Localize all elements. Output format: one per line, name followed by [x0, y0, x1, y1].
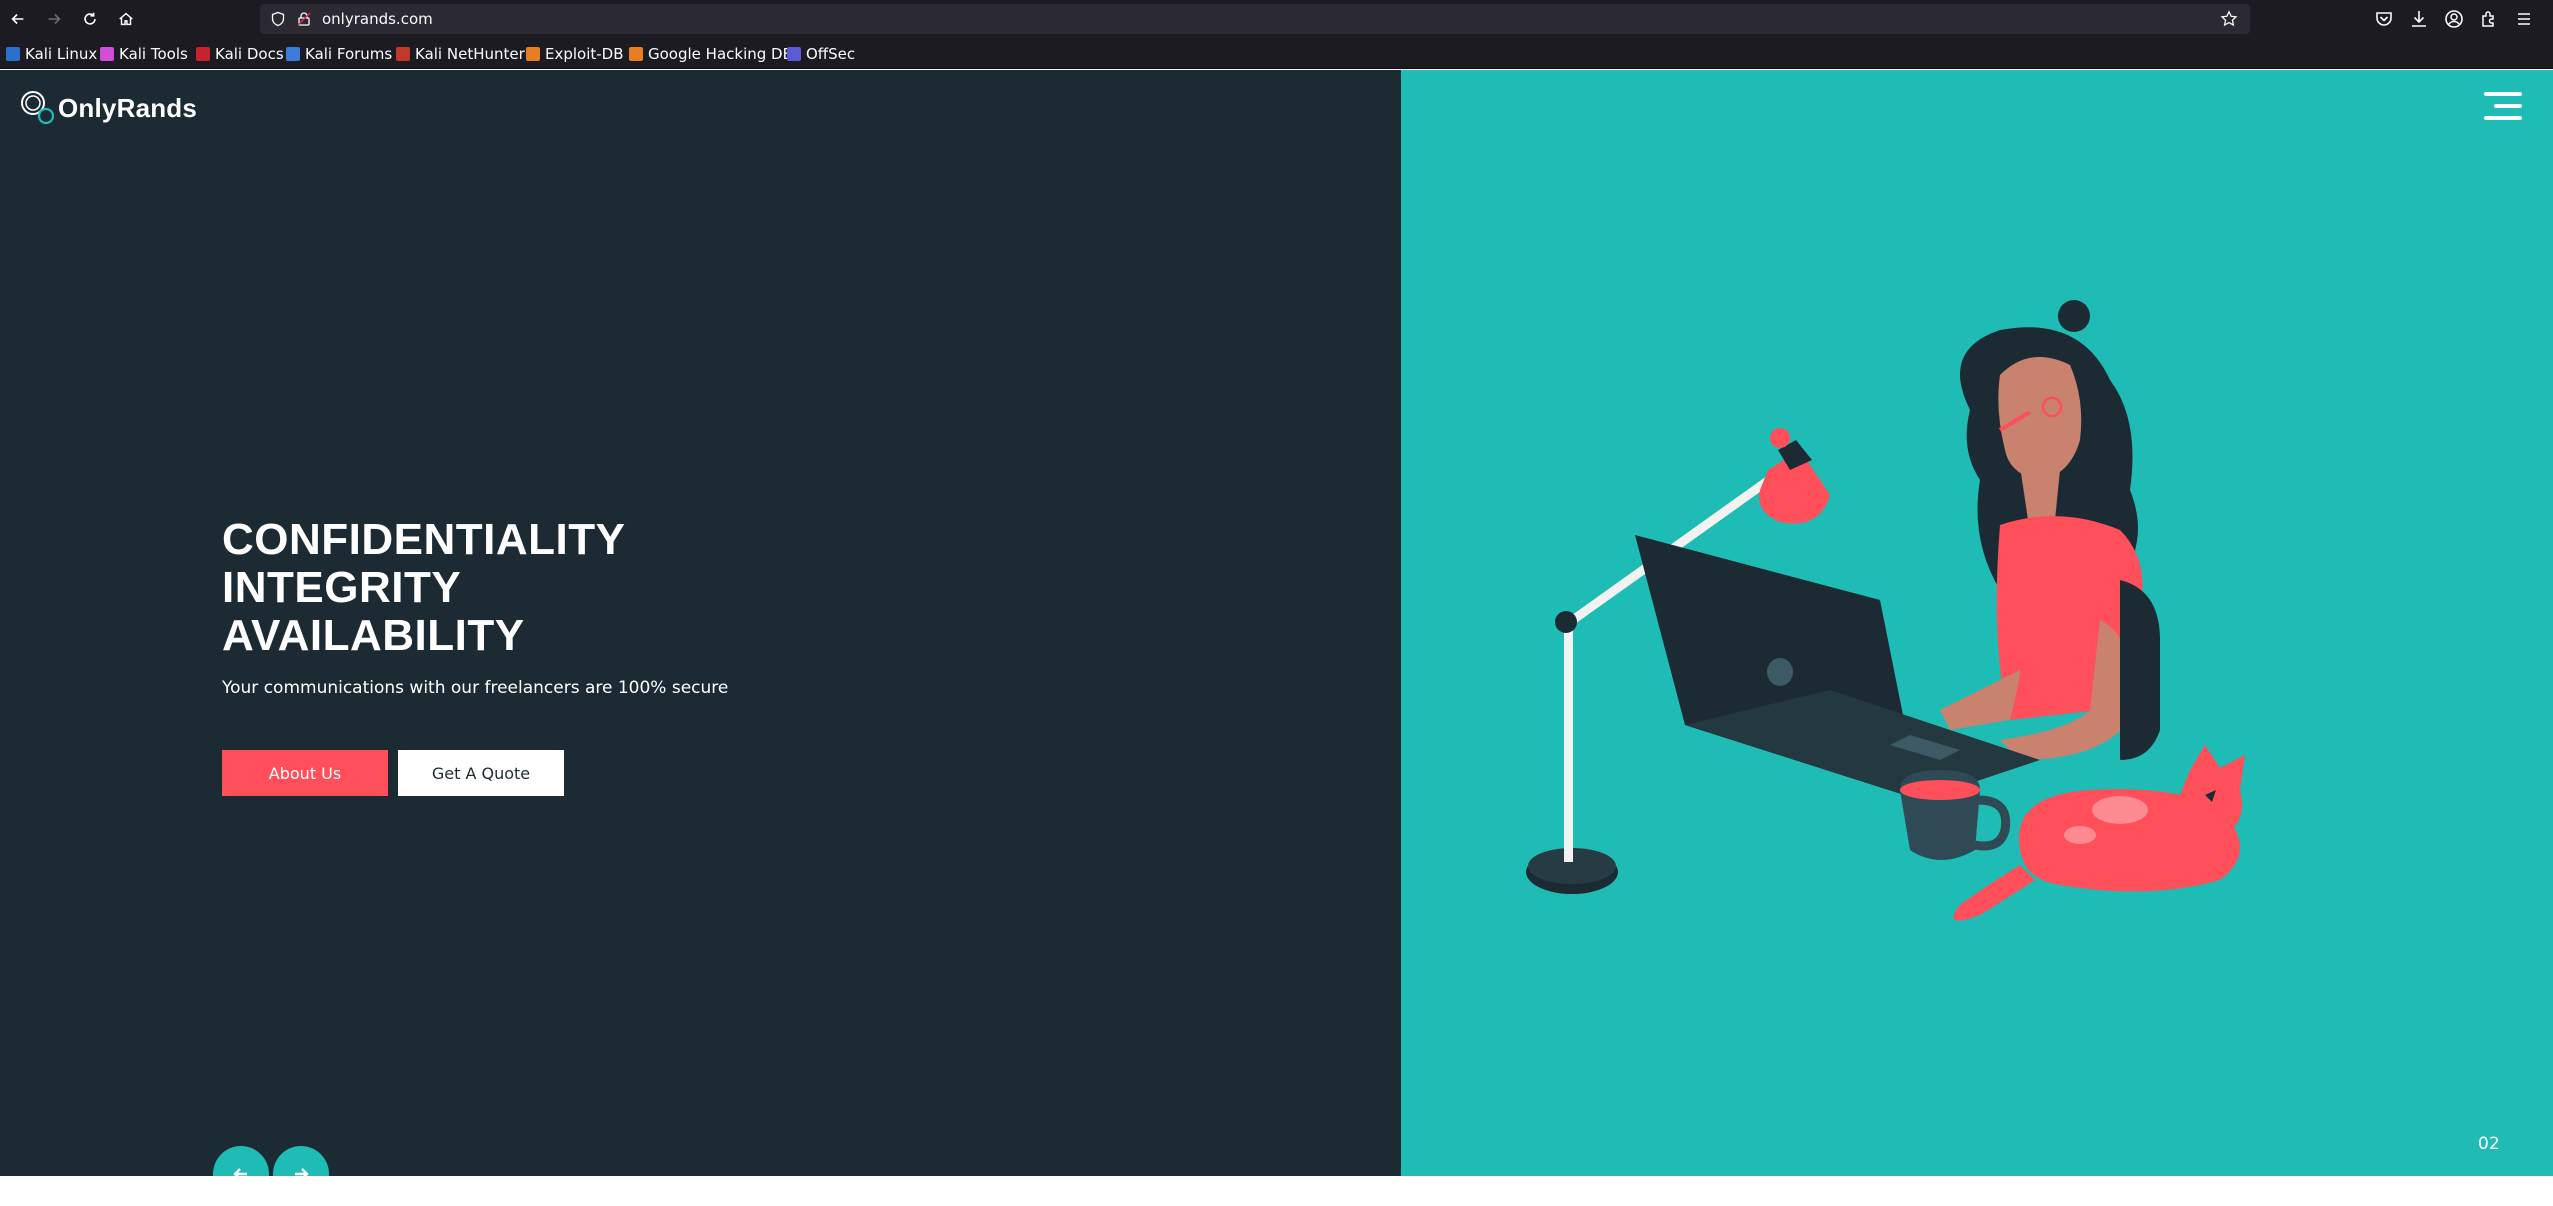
bookmark-label: OffSec: [806, 45, 856, 63]
bookmark-kali-tools[interactable]: Kali Tools: [100, 44, 188, 64]
woman-illustration: [1940, 300, 2160, 760]
bookmark-kali-linux[interactable]: Kali Linux: [6, 44, 97, 64]
nethunter-icon: [396, 47, 410, 61]
coffee-mug-illustration: [1900, 770, 2011, 860]
bookmark-exploit-db[interactable]: Exploit-DB: [526, 44, 624, 64]
hero-heading-line-2: INTEGRITY: [222, 563, 462, 612]
hero-heading-line-3: AVAILABILITY: [222, 611, 525, 660]
insecure-lock-icon[interactable]: [296, 11, 312, 27]
reload-icon[interactable]: [77, 6, 103, 32]
forward-icon[interactable]: [41, 6, 67, 32]
hero-subtitle: Your communications with our freelancers…: [222, 678, 729, 698]
bookmark-kali-nethunter[interactable]: Kali NetHunter: [396, 44, 525, 64]
brand-name: OnlyRands: [58, 92, 198, 123]
extensions-icon[interactable]: [2478, 8, 2500, 30]
kali-tools-icon: [100, 47, 114, 61]
bookmark-offsec[interactable]: OffSec: [787, 44, 855, 64]
freelancer-illustration: [1526, 300, 2245, 921]
hero-text: CONFIDENTIALITY INTEGRITY AVAILABILITY Y…: [222, 515, 729, 699]
url-bar[interactable]: onlyrands.com: [260, 4, 2250, 34]
exploit-db-icon: [526, 47, 540, 61]
pocket-icon[interactable]: [2373, 8, 2395, 30]
hamburger-menu-icon[interactable]: [2484, 90, 2522, 122]
home-icon[interactable]: [113, 6, 139, 32]
back-icon[interactable]: [5, 6, 31, 32]
bookmark-google-hacking-db[interactable]: Google Hacking DB: [629, 44, 793, 64]
site-logo[interactable]: OnlyRands: [18, 88, 197, 128]
account-icon[interactable]: [2443, 8, 2465, 30]
about-us-button[interactable]: About Us: [222, 750, 388, 796]
slide-number: 02: [2478, 1134, 2500, 1154]
bookmark-label: Google Hacking DB: [648, 45, 793, 63]
tracking-shield-icon[interactable]: [270, 11, 286, 27]
bookmark-kali-docs[interactable]: Kali Docs: [196, 44, 284, 64]
url-text[interactable]: onlyrands.com: [322, 10, 433, 28]
bookmark-label: Kali Tools: [119, 45, 188, 63]
page-below-fold: [0, 1176, 2553, 1206]
bookmark-label: Kali Linux: [25, 45, 98, 63]
downloads-icon[interactable]: [2408, 8, 2430, 30]
laptop-illustration: [1635, 535, 2040, 800]
browser-toolbar: onlyrands.com: [0, 0, 2553, 38]
logo-circles-icon: [21, 91, 55, 125]
get-a-quote-button[interactable]: Get A Quote: [398, 750, 564, 796]
bookmarks-toolbar: Kali Linux Kali Tools Kali Docs Kali For…: [0, 38, 2553, 69]
ghdb-icon: [629, 47, 643, 61]
kali-dragon-icon: [6, 47, 20, 61]
hero-left-panel: OnlyRands CONFIDENTIALITY INTEGRITY AVAI…: [0, 70, 1401, 1176]
bookmark-label: Kali Docs: [215, 45, 284, 63]
hero-heading-line-1: CONFIDENTIALITY: [222, 515, 626, 564]
kali-forums-icon: [286, 47, 300, 61]
bookmark-label: Kali NetHunter: [415, 45, 525, 63]
page-viewport: OnlyRands CONFIDENTIALITY INTEGRITY AVAI…: [0, 70, 2553, 1202]
bookmark-kali-forums[interactable]: Kali Forums: [286, 44, 392, 64]
bookmark-label: Exploit-DB: [545, 45, 624, 63]
offsec-icon: [787, 47, 801, 61]
kali-docs-icon: [196, 47, 210, 61]
hero-buttons: About Us Get A Quote: [222, 750, 564, 796]
app-menu-icon[interactable]: [2513, 8, 2535, 30]
bookmark-star-icon[interactable]: [2220, 10, 2238, 28]
bookmark-label: Kali Forums: [305, 45, 393, 63]
